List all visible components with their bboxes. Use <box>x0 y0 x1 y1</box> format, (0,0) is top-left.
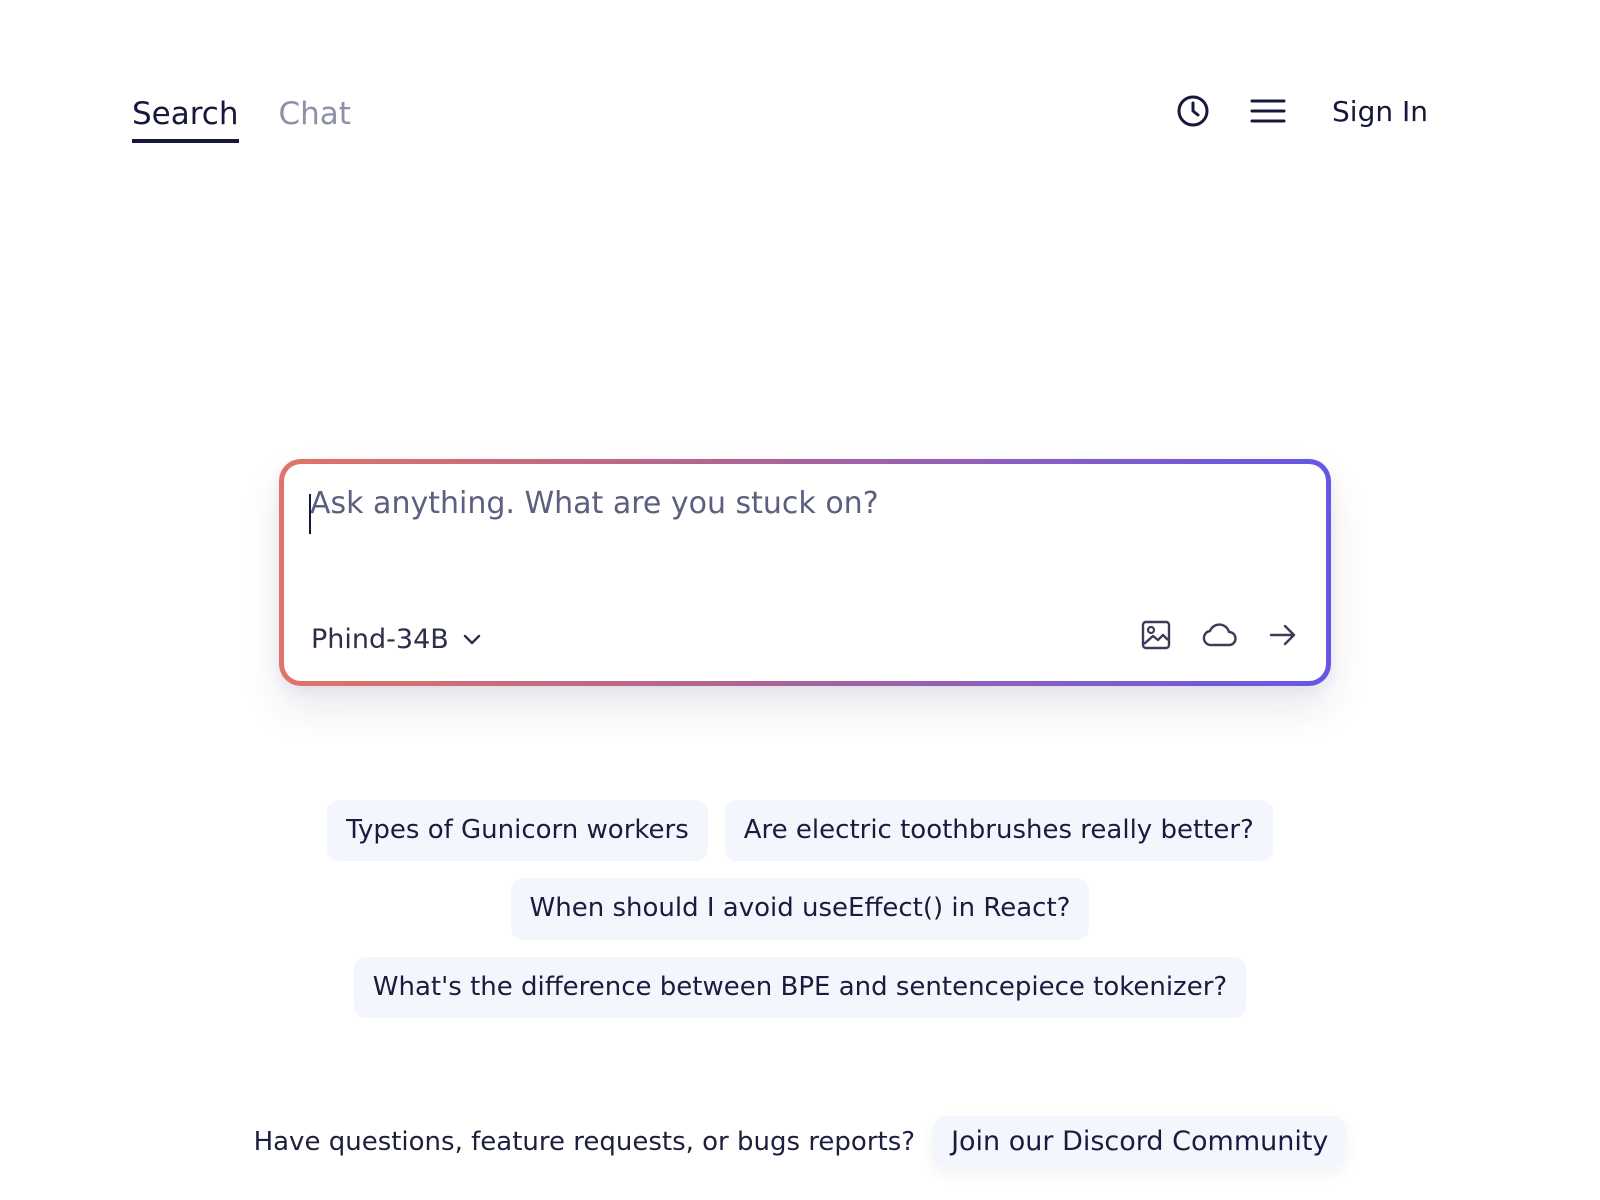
cloud-button[interactable] <box>1202 621 1238 649</box>
suggestion-list: Types of Gunicorn workers Are electric t… <box>0 800 1600 1018</box>
menu-icon <box>1250 99 1286 123</box>
chevron-down-icon <box>463 634 480 644</box>
sign-in-button[interactable]: Sign In <box>1332 95 1428 128</box>
page: Search Chat Sign In Phind-34B <box>0 0 1600 1200</box>
suggestion-chip[interactable]: What's the difference between BPE and se… <box>353 956 1247 1018</box>
suggestion-chip[interactable]: Types of Gunicorn workers <box>327 800 708 862</box>
search-box: Phind-34B <box>279 459 1331 686</box>
text-caret <box>309 494 311 534</box>
history-button[interactable] <box>1176 94 1210 128</box>
footer-text: Have questions, feature requests, or bug… <box>253 1126 916 1157</box>
submit-button[interactable] <box>1268 622 1298 648</box>
image-upload-button[interactable] <box>1140 619 1172 651</box>
suggestion-row: When should I avoid useEffect() in React… <box>510 878 1090 940</box>
image-icon <box>1141 620 1171 650</box>
mode-tabs: Search Chat <box>132 96 351 144</box>
history-icon <box>1177 95 1209 127</box>
discord-community-button[interactable]: Join our Discord Community <box>933 1116 1347 1167</box>
search-actions <box>1140 619 1298 651</box>
model-selector[interactable]: Phind-34B <box>311 624 481 655</box>
tab-search[interactable]: Search <box>132 96 239 144</box>
search-box-inner: Phind-34B <box>284 464 1326 681</box>
arrow-right-icon <box>1269 624 1296 646</box>
cloud-icon <box>1202 623 1237 647</box>
search-input[interactable] <box>310 486 1270 521</box>
suggestion-chip[interactable]: Are electric toothbrushes really better? <box>724 800 1273 862</box>
footer: Have questions, feature requests, or bug… <box>0 1116 1600 1167</box>
model-label: Phind-34B <box>311 624 449 655</box>
menu-button[interactable] <box>1250 97 1286 125</box>
header-actions: Sign In <box>1176 94 1428 128</box>
suggestion-row: What's the difference between BPE and se… <box>353 956 1247 1018</box>
suggestion-chip[interactable]: When should I avoid useEffect() in React… <box>510 878 1090 940</box>
tab-chat[interactable]: Chat <box>279 96 351 143</box>
suggestion-row: Types of Gunicorn workers Are electric t… <box>327 800 1273 862</box>
